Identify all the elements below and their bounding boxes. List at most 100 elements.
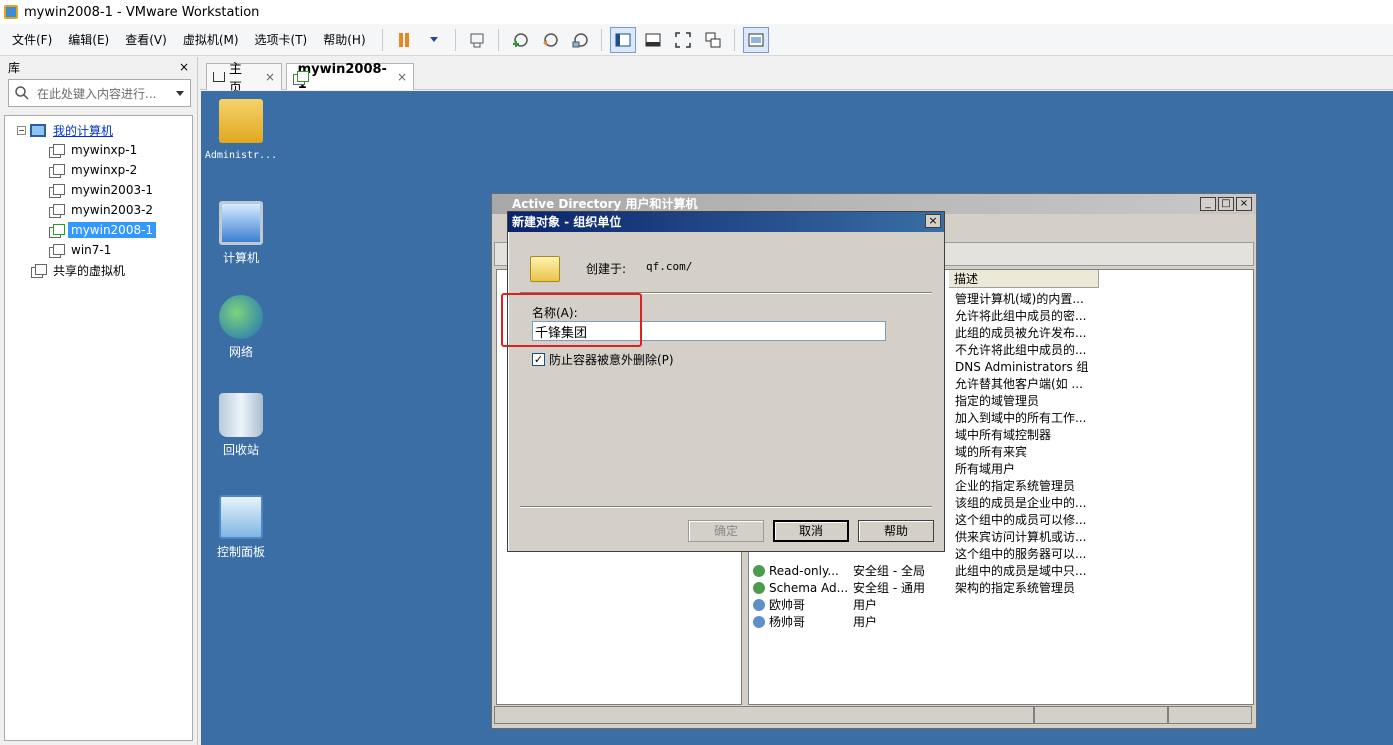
description-cell: 域中所有域控制器 (955, 428, 1052, 442)
protect-label[interactable]: 防止容器被意外删除(P) (549, 351, 674, 368)
desktop-icon-recycle-bin[interactable]: 回收站 (201, 393, 281, 458)
dialog-title: 新建对象 - 组织单位 (512, 215, 622, 229)
tree-item-label[interactable]: 共享的虚拟机 (50, 261, 128, 280)
vm-icon (49, 243, 65, 258)
protect-checkbox-row[interactable]: ✓ 防止容器被意外删除(P) (532, 351, 674, 368)
menu-edit[interactable]: 编辑(E) (62, 31, 115, 48)
toolbar-separator (497, 28, 499, 51)
fullscreen-icon[interactable] (670, 27, 696, 53)
library-search-input[interactable]: 在此处键入内容进行... (8, 79, 191, 107)
tree-item-label[interactable]: mywinxp-2 (68, 162, 140, 178)
ok-button[interactable]: 确定 (688, 520, 764, 542)
snapshot-manager-icon[interactable] (567, 27, 593, 53)
menu-vm[interactable]: 虚拟机(M) (177, 31, 245, 48)
list-item[interactable]: 杨帅哥 用户 (753, 613, 953, 630)
chevron-down-icon[interactable] (176, 90, 184, 96)
name-input[interactable] (532, 321, 886, 341)
search-icon (15, 86, 29, 100)
vmware-app-icon (4, 5, 18, 19)
thumbnail-icon[interactable] (742, 26, 769, 53)
tree-item-label[interactable]: 我的计算机 (50, 121, 116, 140)
group-icon (753, 581, 765, 594)
tree-item-my-computer[interactable]: − 我的计算机 (5, 120, 192, 140)
object-type: 用户 (853, 598, 878, 612)
tab-vm[interactable]: mywin2008-1 × (286, 62, 414, 92)
close-icon[interactable]: × (265, 70, 275, 84)
search-placeholder: 在此处键入内容进行... (37, 86, 157, 101)
list-item[interactable]: 欧帅哥 用户 (753, 596, 953, 613)
tree-item-label[interactable]: mywin2008-1 (68, 222, 157, 238)
description-cell: 企业的指定系统管理员 (955, 479, 1076, 493)
close-icon[interactable]: × (1236, 197, 1252, 211)
created-in-label: 创建于: (586, 262, 627, 276)
pause-icon[interactable] (391, 27, 417, 53)
description-cell: 此组中的成员是域中只... (955, 564, 1087, 578)
vm-running-icon (49, 223, 65, 238)
desktop-icon-user-folder[interactable]: Administr... (201, 99, 281, 161)
vm-icon (49, 143, 65, 158)
title-bar: mywin2008-1 - VMware Workstation (0, 0, 1393, 24)
sidebar-view-icon[interactable] (609, 26, 636, 53)
vm-icon (49, 203, 65, 218)
tree-item-vm[interactable]: mywinxp-1 (5, 140, 192, 160)
vm-tree: − 我的计算机 mywinxp-1 mywinxp-2 mywin2003-1 … (4, 115, 193, 741)
protect-checkbox[interactable]: ✓ (532, 353, 545, 366)
desktop-icon-computer[interactable]: 计算机 (201, 201, 281, 266)
cancel-button[interactable]: 取消 (773, 520, 849, 542)
user-icon (753, 615, 765, 628)
tab-home[interactable]: 主页 × (206, 62, 282, 96)
menu-file[interactable]: 文件(F) (6, 31, 58, 48)
desktop-icon-network[interactable]: 网络 (201, 295, 281, 360)
minimize-icon[interactable]: _ (1200, 197, 1216, 211)
menu-view[interactable]: 查看(V) (119, 31, 173, 48)
unity-icon[interactable] (700, 27, 726, 53)
list-item[interactable]: Read-only... 安全组 - 全局 (753, 562, 953, 579)
description-cell: DNS Administrators 组 (955, 360, 1089, 374)
object-type: 用户 (853, 615, 878, 629)
snapshot-take-icon[interactable] (507, 27, 533, 53)
close-icon[interactable]: × (397, 70, 407, 84)
user-folder-icon (219, 99, 263, 143)
close-icon[interactable]: × (925, 214, 941, 228)
tree-item-vm[interactable]: mywin2003-1 (5, 180, 192, 200)
snapshot-revert-icon[interactable] (537, 27, 563, 53)
name-label: 名称(A): (532, 306, 578, 320)
send-keys-icon[interactable] (464, 27, 490, 53)
tree-item-vm[interactable]: mywin2003-2 (5, 200, 192, 220)
maximize-icon[interactable]: □ (1218, 197, 1234, 211)
object-name: 杨帅哥 (769, 615, 806, 629)
divider (520, 506, 932, 508)
menu-tabs[interactable]: 选项卡(T) (249, 31, 314, 48)
description-cell: 供来宾访问计算机或访... (955, 530, 1087, 544)
tab-strip: 主页 × mywin2008-1 × (200, 57, 1393, 96)
console-view-icon[interactable] (640, 27, 666, 53)
description-cell: 这个组中的服务器可以... (955, 547, 1087, 561)
tree-item-vm[interactable]: win7-1 (5, 240, 192, 260)
computer-icon (219, 201, 263, 245)
recycle-bin-icon (219, 393, 263, 437)
home-icon (213, 72, 225, 82)
collapse-icon[interactable]: − (17, 125, 26, 135)
tree-item-shared[interactable]: 共享的虚拟机 (5, 260, 192, 280)
list-item[interactable]: Schema Ad... 安全组 - 通用 (753, 579, 953, 596)
dropdown-icon[interactable] (421, 27, 447, 53)
menu-help[interactable]: 帮助(H) (317, 31, 371, 48)
tree-item-vm[interactable]: mywinxp-2 (5, 160, 192, 180)
library-close-icon[interactable]: × (179, 60, 189, 74)
help-button[interactable]: 帮助 (858, 520, 934, 542)
new-ou-dialog: 新建对象 - 组织单位 × 创建于: qf.com/ 名称(A): ✓ 防止容器… (507, 211, 945, 552)
desktop-icon-control-panel[interactable]: 控制面板 (201, 495, 281, 560)
description-cell: 加入到域中的所有工作... (955, 411, 1087, 425)
tree-item-vm-selected[interactable]: mywin2008-1 (5, 220, 192, 240)
tree-item-label[interactable]: win7-1 (68, 242, 114, 258)
description-cell: 管理计算机(域)的内置... (955, 292, 1084, 306)
description-cell: 架构的指定系统管理员 (955, 581, 1076, 595)
tree-item-label[interactable]: mywin2003-1 (68, 182, 156, 198)
tree-item-label[interactable]: mywinxp-1 (68, 142, 140, 158)
created-in-value: qf.com/ (646, 260, 693, 273)
shared-vm-icon (31, 263, 47, 278)
control-panel-icon (219, 495, 263, 539)
tree-item-label[interactable]: mywin2003-2 (68, 202, 156, 218)
description-cell: 所有域用户 (955, 462, 1016, 476)
column-header-description[interactable]: 描述 (949, 270, 1099, 288)
